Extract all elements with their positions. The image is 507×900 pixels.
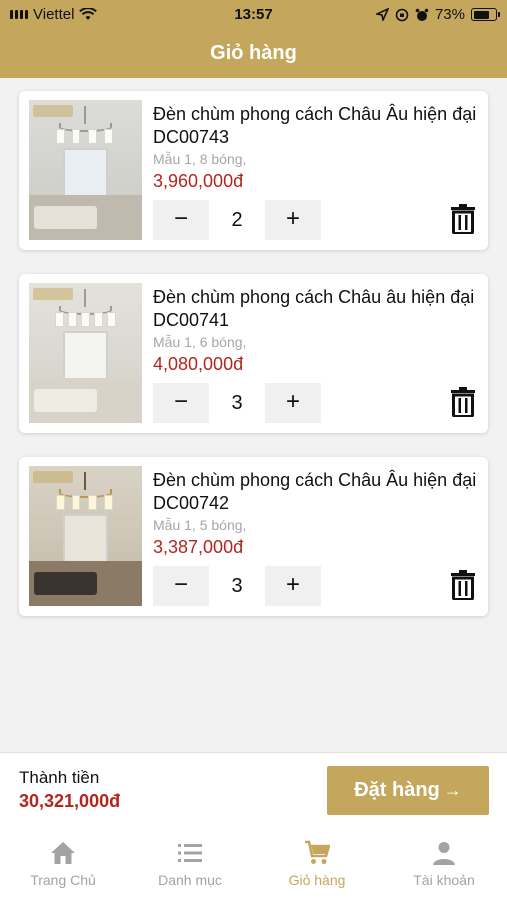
increase-quantity-button[interactable]: +: [265, 566, 321, 606]
tab-home[interactable]: Trang Chủ: [0, 840, 126, 888]
user-icon: [433, 842, 455, 865]
increase-quantity-button[interactable]: +: [265, 383, 321, 423]
battery-icon: [471, 8, 500, 21]
delete-icon[interactable]: [450, 387, 476, 417]
product-image: [29, 466, 142, 606]
tab-account-label: Tài khoản: [413, 872, 475, 888]
decrease-quantity-button[interactable]: −: [153, 200, 209, 240]
place-order-label: Đặt hàng: [354, 779, 440, 801]
product-variant: Mẫu 1, 6 bóng,: [153, 334, 247, 350]
total-value: 30,321,000đ: [19, 791, 121, 811]
tab-categories[interactable]: Danh mục: [127, 840, 253, 888]
product-image: [29, 100, 142, 240]
quantity-value[interactable]: 2: [209, 200, 265, 240]
location-icon: [375, 8, 389, 21]
product-price: 4,080,000đ: [153, 354, 244, 374]
decrease-quantity-button[interactable]: −: [153, 383, 209, 423]
product-image: [29, 283, 142, 423]
place-order-button[interactable]: Đặt hàng →: [327, 766, 489, 815]
battery-percent: 73%: [434, 6, 465, 23]
cart-item: Đèn chùm phong cách Châu âu hiện đại DC0…: [19, 274, 488, 433]
tab-account[interactable]: Tài khoản: [381, 840, 507, 888]
tab-categories-label: Danh mục: [158, 872, 222, 888]
total-label: Thành tiền: [19, 768, 100, 787]
quantity-stepper: − 3 +: [153, 566, 321, 606]
page-title: Giỏ hàng: [210, 42, 297, 64]
quantity-value[interactable]: 3: [209, 383, 265, 423]
cart-item: Đèn chùm phong cách Châu Âu hiện đại DC0…: [19, 91, 488, 250]
product-price: 3,960,000đ: [153, 171, 244, 191]
home-icon: [51, 842, 75, 864]
product-variant: Mẫu 1, 8 bóng,: [153, 151, 247, 167]
cart-list: Đèn chùm phong cách Châu Âu hiện đại DC0…: [0, 78, 507, 752]
tab-home-label: Trang Chủ: [30, 872, 96, 888]
increase-quantity-button[interactable]: +: [265, 200, 321, 240]
product-price: 3,387,000đ: [153, 537, 244, 557]
delete-icon[interactable]: [450, 204, 476, 234]
tab-cart[interactable]: Giỏ hàng: [254, 840, 380, 888]
footer-divider: [0, 752, 507, 753]
cart-icon: [305, 840, 330, 864]
status-right: 73%: [375, 6, 500, 23]
quantity-stepper: − 3 +: [153, 383, 321, 423]
rotation-lock-icon: [395, 8, 409, 21]
cart-item: Đèn chùm phong cách Châu Âu hiện đại DC0…: [19, 457, 488, 616]
product-variant: Mẫu 1, 5 bóng,: [153, 517, 247, 533]
delete-icon[interactable]: [450, 570, 476, 600]
tab-cart-label: Giỏ hàng: [288, 872, 346, 888]
decrease-quantity-button[interactable]: −: [153, 566, 209, 606]
bottom-tab-bar: Trang Chủ Danh mục Giỏ hàng Tài khoản: [0, 830, 507, 900]
quantity-stepper: − 2 +: [153, 200, 321, 240]
app-header: Giỏ hàng: [0, 30, 507, 78]
alarm-icon: [415, 8, 429, 21]
list-icon: [178, 844, 202, 862]
arrow-right-icon: →: [443, 780, 462, 800]
product-name[interactable]: Đèn chùm phong cách Châu Âu hiện đại DC0…: [153, 469, 483, 515]
product-name[interactable]: Đèn chùm phong cách Châu Âu hiện đại DC0…: [153, 103, 483, 149]
quantity-value[interactable]: 3: [209, 566, 265, 606]
product-name[interactable]: Đèn chùm phong cách Châu âu hiện đại DC0…: [153, 286, 483, 332]
status-bar: Viettel 13:57 73%: [0, 0, 507, 30]
